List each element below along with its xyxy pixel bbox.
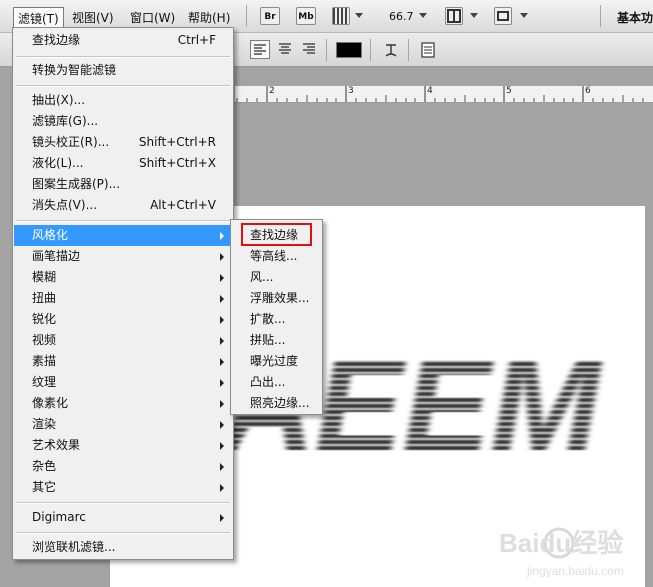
highlight-annotation-box: [241, 223, 312, 246]
menu-item-pattern-maker[interactable]: 图案生成器(P)...: [14, 174, 232, 195]
submenu-arrow-icon: [220, 400, 224, 408]
ruler-label: 6: [585, 86, 591, 96]
warp-text-icon[interactable]: [382, 42, 400, 60]
submenu-item-diffuse[interactable]: 扩散...: [232, 309, 321, 330]
svg-text:jingyan.baidu.com: jingyan.baidu.com: [526, 564, 624, 578]
menu-separator: [16, 502, 230, 504]
submenu-item-emboss[interactable]: 浮雕效果...: [232, 288, 321, 309]
menu-item-render[interactable]: 渲染: [14, 414, 232, 435]
toolbar-separator: [246, 5, 247, 27]
menu-item-browse-filters-online[interactable]: 浏览联机滤镜...: [14, 537, 232, 558]
submenu-arrow-icon: [220, 316, 224, 324]
submenu-item-glowing-edges[interactable]: 照亮边缘...: [232, 393, 321, 414]
stylize-submenu: 查找边缘 等高线... 风... 浮雕效果... 扩散... 拼贴... 曝光过…: [230, 219, 323, 415]
zoom-level[interactable]: 66.7: [389, 10, 414, 23]
submenu-arrow-icon: [220, 379, 224, 387]
submenu-item-wind[interactable]: 风...: [232, 267, 321, 288]
submenu-arrow-icon: [220, 295, 224, 303]
submenu-arrow-icon: [220, 274, 224, 282]
character-panel-icon[interactable]: [420, 42, 436, 58]
submenu-arrow-icon: [220, 232, 224, 240]
menu-separator: [16, 85, 230, 87]
arrange-documents-icon[interactable]: [445, 7, 463, 25]
menu-item-last-filter[interactable]: 查找边缘 Ctrl+F: [14, 30, 232, 51]
chevron-down-icon[interactable]: [419, 13, 427, 18]
menu-item-sketch[interactable]: 素描: [14, 351, 232, 372]
menu-item-distort[interactable]: 扭曲: [14, 288, 232, 309]
text-color-swatch[interactable]: [336, 42, 362, 58]
options-separator: [370, 39, 371, 61]
submenu-arrow-icon: [220, 514, 224, 522]
horizontal-ruler: 2 3 4 5 6: [235, 86, 653, 103]
ruler-label: 2: [269, 86, 275, 96]
options-separator: [408, 39, 409, 61]
submenu-item-extrude[interactable]: 凸出...: [232, 372, 321, 393]
toolbar-separator: [600, 5, 601, 27]
menu-item-pixelate[interactable]: 像素化: [14, 393, 232, 414]
screen-mode-icon[interactable]: [494, 7, 512, 25]
mini-bridge-button[interactable]: Mb: [296, 7, 316, 25]
menu-item-sharpen[interactable]: 锐化: [14, 309, 232, 330]
menu-item-texture[interactable]: 纹理: [14, 372, 232, 393]
submenu-item-tiles[interactable]: 拼贴...: [232, 330, 321, 351]
bridge-button[interactable]: Br: [260, 7, 280, 25]
align-center-icon[interactable]: [276, 40, 296, 59]
menu-separator: [16, 56, 230, 58]
menu-item-video[interactable]: 视频: [14, 330, 232, 351]
submenu-arrow-icon: [220, 358, 224, 366]
watermark-logo: Baidu经验 jingyan.baidu.com: [497, 520, 647, 580]
menu-item-convert-smart-filter[interactable]: 转换为智能滤镜: [14, 60, 232, 81]
menu-item-blur[interactable]: 模糊: [14, 267, 232, 288]
menu-separator: [16, 220, 230, 222]
chevron-down-icon[interactable]: [355, 13, 363, 18]
submenu-item-trace-contour[interactable]: 等高线...: [232, 246, 321, 267]
options-separator: [326, 39, 327, 61]
submenu-arrow-icon: [220, 484, 224, 492]
menu-item-digimarc[interactable]: Digimarc: [14, 507, 232, 528]
chevron-down-icon[interactable]: [470, 13, 478, 18]
chevron-down-icon[interactable]: [520, 13, 528, 18]
svg-text:Baidu经验: Baidu经验: [499, 528, 623, 558]
submenu-arrow-icon: [220, 421, 224, 429]
filter-dropdown-menu: 查找边缘 Ctrl+F 转换为智能滤镜 抽出(X)... 滤镜库(G)... 镜头…: [12, 27, 234, 560]
menu-item-extract[interactable]: 抽出(X)...: [14, 90, 232, 111]
extras-icon[interactable]: [332, 7, 350, 25]
submenu-arrow-icon: [220, 463, 224, 471]
menu-item-filter-gallery[interactable]: 滤镜库(G)...: [14, 111, 232, 132]
submenu-arrow-icon: [220, 337, 224, 345]
align-left-icon[interactable]: [250, 40, 270, 59]
menu-window[interactable]: 窗口(W): [130, 9, 175, 26]
menu-item-brush-strokes[interactable]: 画笔描边: [14, 246, 232, 267]
menu-item-vanishing-point[interactable]: 消失点(V)... Alt+Ctrl+V: [14, 195, 232, 216]
workspace-switcher[interactable]: 基本功: [617, 9, 653, 26]
menu-item-noise[interactable]: 杂色: [14, 456, 232, 477]
menu-item-stylize[interactable]: 风格化: [14, 225, 232, 246]
menu-item-liquify[interactable]: 液化(L)... Shift+Ctrl+X: [14, 153, 232, 174]
menu-view[interactable]: 视图(V): [72, 9, 114, 26]
menu-item-artistic[interactable]: 艺术效果: [14, 435, 232, 456]
ruler-label: 4: [427, 86, 433, 96]
ruler-label: 3: [348, 86, 354, 96]
menu-help[interactable]: 帮助(H): [188, 9, 230, 26]
submenu-item-solarize[interactable]: 曝光过度: [232, 351, 321, 372]
ruler-label: 5: [506, 86, 512, 96]
menu-item-lens-correction[interactable]: 镜头校正(R)... Shift+Ctrl+R: [14, 132, 232, 153]
align-right-icon[interactable]: [300, 40, 320, 59]
submenu-arrow-icon: [220, 442, 224, 450]
menu-separator: [16, 532, 230, 534]
submenu-arrow-icon: [220, 253, 224, 261]
menu-item-other[interactable]: 其它: [14, 477, 232, 498]
